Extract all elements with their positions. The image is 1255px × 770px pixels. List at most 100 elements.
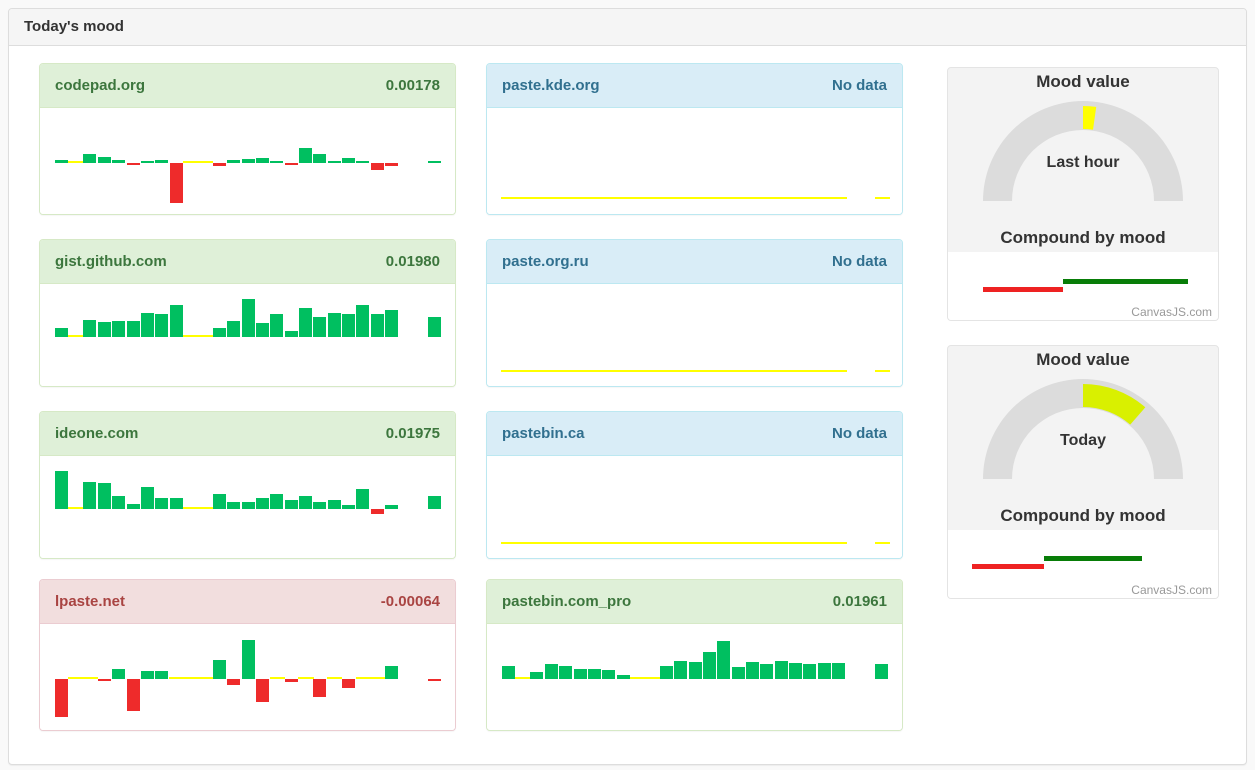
bar [544,370,559,372]
site-name: codepad.org [55,77,145,94]
bar [501,370,516,372]
bar [617,675,630,679]
bar [673,370,688,372]
bar [127,504,140,509]
bar [832,542,847,544]
bar [270,314,283,337]
site-name: paste.org.ru [502,253,589,270]
site-panel-paste-kde-org: paste.kde.org No data [486,63,903,215]
bar [68,677,83,679]
gauge-title: Mood value [948,350,1218,370]
bar [98,157,111,163]
bar [832,370,847,372]
bar [602,542,617,544]
bar [183,161,198,163]
bar [385,310,398,337]
bar [703,652,716,679]
bar [588,669,601,679]
bar [587,197,602,199]
gauge-period-label: Today [948,432,1218,450]
bar [788,542,803,544]
bar [342,158,355,163]
bar [270,677,285,679]
bar [141,313,154,337]
bar [530,197,545,199]
bar [83,677,98,679]
canvasjs-watermark-link[interactable]: CanvasJS.com [1131,583,1212,597]
mood-value: No data [832,425,887,442]
bar [141,161,154,163]
bar [645,677,660,679]
bar [242,159,255,163]
site-panel-pastebin-ca: pastebin.ca No data [486,411,903,559]
bar [659,197,674,199]
bar [630,370,645,372]
mood-bar-chart [487,456,902,558]
bar [242,299,255,337]
mood-bar-chart [487,624,902,730]
gauge-period-label: Last hour [948,154,1218,172]
bar [544,542,559,544]
bar [832,663,845,679]
site-panel-lpaste-net: lpaste.net -0.00064 [39,579,456,731]
bar [645,197,660,199]
mood-bar-chart [40,456,455,558]
bar [688,197,703,199]
bar [630,677,645,679]
bar [818,663,831,679]
bar [558,370,573,372]
bar [502,666,515,679]
mood-value: 0.00178 [386,77,440,94]
bar [530,370,545,372]
bar [285,500,298,509]
bar [227,679,240,685]
bar [674,661,687,679]
bar [515,677,530,679]
bar [356,305,369,337]
bar [127,679,140,711]
bar [342,505,355,509]
bar [659,370,674,372]
bar [270,161,283,163]
bar [256,498,269,509]
bar [774,542,789,544]
canvasjs-watermark-link[interactable]: CanvasJS.com [1131,305,1212,319]
bar [198,161,213,163]
bar [227,321,240,337]
mood-value: 0.01980 [386,253,440,270]
bar [573,370,588,372]
bar [285,331,298,337]
compound-title: Compound by mood [948,228,1218,248]
bar [731,542,746,544]
bar [342,679,355,688]
bar [760,197,775,199]
bar [515,197,530,199]
bar [515,542,530,544]
site-panel-header: lpaste.net -0.00064 [40,580,455,624]
dashboard-body: codepad.org 0.00178 gist.github.com 0.01… [9,46,1246,766]
compound-by-mood-chart: CanvasJS.com [948,252,1218,321]
bar [256,679,269,702]
bar [55,160,68,163]
bar [98,679,111,681]
bar [356,489,369,509]
site-panel-gist-github-com: gist.github.com 0.01980 [39,239,456,387]
bar [774,370,789,372]
bar [428,161,441,163]
bar [702,197,717,199]
bar [55,471,68,509]
bar [198,507,213,509]
site-panel-paste-org-ru: paste.org.ru No data [486,239,903,387]
bar [501,542,516,544]
bar [774,197,789,199]
bar [602,370,617,372]
bar [170,498,183,509]
bar [717,542,732,544]
bar [803,370,818,372]
bar [242,502,255,509]
mood-value: 0.01961 [833,593,887,610]
bar [256,323,269,337]
bar [83,320,96,337]
compound-segment-green [1063,279,1188,284]
bar [299,148,312,163]
